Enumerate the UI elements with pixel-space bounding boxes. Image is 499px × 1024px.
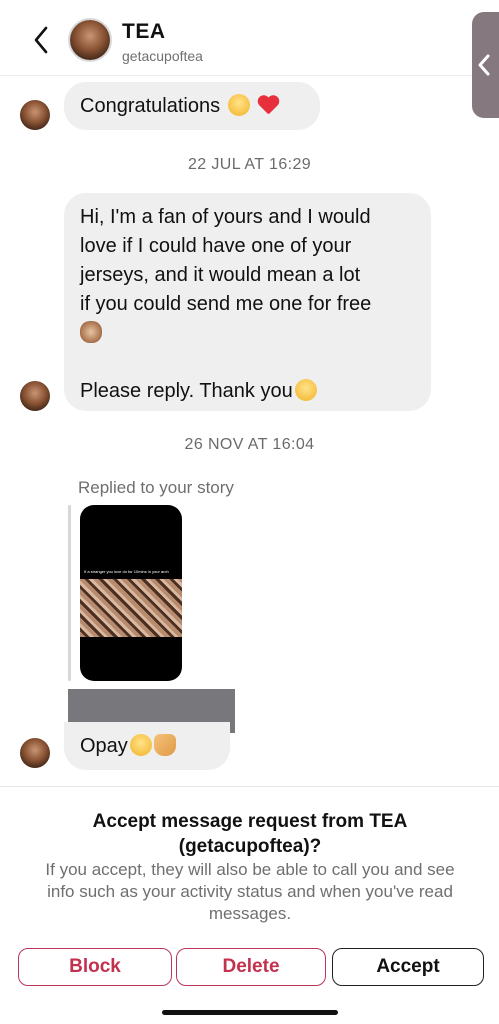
heart-hands-icon bbox=[153, 734, 176, 756]
message-line: if you could send me one for free bbox=[80, 293, 372, 315]
message-line: love if I could have one of your bbox=[80, 235, 352, 257]
avatar-image bbox=[70, 20, 110, 60]
message-line: Hi, I'm a fan of yours and I would bbox=[80, 206, 371, 228]
message-text: Congratulations bbox=[80, 95, 221, 117]
home-indicator[interactable] bbox=[162, 1010, 338, 1015]
side-panel-handle[interactable] bbox=[472, 12, 499, 118]
see-no-evil-monkey-icon bbox=[80, 321, 102, 343]
request-title: Accept message request from TEA (getacup… bbox=[92, 811, 408, 857]
message-bubble[interactable]: Opay bbox=[64, 722, 230, 770]
message-timestamp: 22 JUL AT 16:29 bbox=[187, 156, 312, 173]
sender-avatar[interactable] bbox=[20, 381, 50, 411]
face-with-tears-of-joy-icon bbox=[227, 94, 250, 116]
message-request-panel: Accept message request from TEA (getacup… bbox=[0, 786, 499, 1024]
message-timestamp: 26 NOV AT 16:04 bbox=[184, 436, 315, 453]
avatar-image bbox=[20, 381, 50, 411]
chat-header: TEA getacupoftea bbox=[0, 0, 499, 76]
block-button[interactable]: Block bbox=[18, 948, 172, 986]
loudly-crying-face-icon bbox=[294, 379, 317, 401]
message-line: Please reply. Thank you bbox=[80, 380, 293, 402]
chevron-left-icon bbox=[34, 26, 48, 54]
red-heart-icon bbox=[257, 96, 279, 116]
sender-avatar[interactable] bbox=[20, 738, 50, 768]
message-text: Opay bbox=[80, 735, 128, 757]
reply-indicator-bar bbox=[68, 505, 71, 681]
avatar-image bbox=[20, 100, 50, 130]
avatar-image bbox=[20, 738, 50, 768]
pensive-face-icon bbox=[129, 734, 152, 756]
chevron-left-icon bbox=[478, 54, 490, 76]
message-bubble[interactable]: Congratulations bbox=[64, 82, 320, 130]
story-caption: If a stranger you love do for 10mins in … bbox=[84, 569, 169, 574]
contact-name[interactable]: TEA bbox=[122, 20, 166, 44]
replied-to-story-label: Replied to your story bbox=[78, 478, 234, 497]
back-button[interactable] bbox=[26, 22, 56, 58]
header-avatar[interactable] bbox=[68, 18, 112, 62]
message-bubble[interactable]: Hi, I'm a fan of yours and I would love … bbox=[64, 193, 431, 411]
accept-button[interactable]: Accept bbox=[332, 948, 484, 986]
delete-button[interactable]: Delete bbox=[176, 948, 326, 986]
sender-avatar[interactable] bbox=[20, 100, 50, 130]
story-image bbox=[80, 579, 182, 637]
contact-username: getacupoftea bbox=[122, 48, 203, 64]
request-description: If you accept, they will also be able to… bbox=[45, 860, 455, 923]
story-thumbnail[interactable]: If a stranger you love do for 10mins in … bbox=[80, 505, 182, 681]
message-line: jerseys, and it would mean a lot bbox=[80, 264, 361, 286]
